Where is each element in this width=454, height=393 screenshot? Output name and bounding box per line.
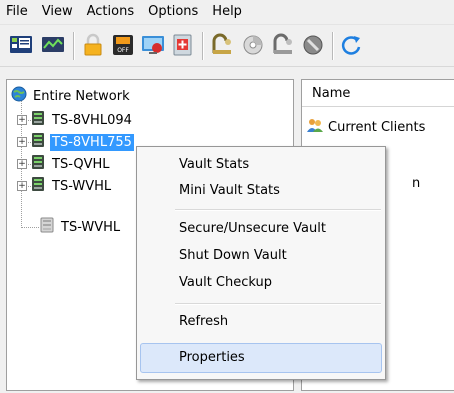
- toolbar: OFF: [0, 25, 454, 67]
- menu-help[interactable]: Help: [205, 0, 249, 24]
- toolbar-separator: [73, 32, 75, 60]
- key-icon[interactable]: [270, 33, 296, 57]
- vault-server-offline-icon: [39, 217, 55, 237]
- tree-node[interactable]: + TS-8VHL094: [17, 110, 134, 130]
- vault-plus-icon[interactable]: [170, 33, 196, 57]
- view-panes-icon[interactable]: [8, 33, 34, 57]
- clients-icon: [306, 117, 324, 137]
- tree-root-label: Entire Network: [33, 88, 130, 104]
- expand-icon[interactable]: +: [17, 181, 27, 191]
- lock-icon[interactable]: [80, 33, 106, 57]
- disc-icon[interactable]: [240, 33, 266, 57]
- refresh-icon[interactable]: [338, 33, 364, 57]
- vault-server-icon: [30, 154, 46, 174]
- context-menu: Vault Stats Mini Vault Stats Secure/Unse…: [136, 146, 386, 380]
- tree-root[interactable]: Entire Network: [11, 86, 132, 106]
- menu-item-properties[interactable]: Properties: [179, 350, 245, 365]
- menu-bar: File View Actions Options Help: [0, 0, 454, 25]
- column-header-name[interactable]: Name: [302, 80, 454, 107]
- license-icon[interactable]: [209, 33, 235, 57]
- tree-node-label: TS-8VHL094: [52, 112, 132, 128]
- tree-node-selected[interactable]: + TS-8VHL755: [17, 132, 134, 152]
- menu-item-vault-stats[interactable]: Vault Stats: [179, 157, 249, 172]
- menu-options[interactable]: Options: [141, 0, 205, 24]
- menu-item-refresh[interactable]: Refresh: [179, 314, 228, 329]
- list-item-label: Current Clients: [328, 119, 426, 135]
- globe-icon: [11, 86, 27, 106]
- tree-node-label: TS-WVHL: [61, 219, 121, 235]
- tree-node[interactable]: + TS-QVHL: [17, 154, 112, 174]
- tree-node[interactable]: + TS-WVHL: [17, 176, 113, 196]
- expand-icon[interactable]: +: [17, 137, 27, 147]
- network-screen-icon[interactable]: [140, 33, 166, 57]
- expand-icon[interactable]: +: [17, 159, 27, 169]
- tree-node-label: TS-WVHL: [52, 178, 112, 194]
- menu-item-vault-checkup[interactable]: Vault Checkup: [179, 275, 272, 290]
- menu-item-highlight: [140, 343, 382, 373]
- menu-item-secure-unsecure-vault[interactable]: Secure/Unsecure Vault: [179, 221, 326, 236]
- menu-separator: [175, 209, 381, 211]
- menu-view[interactable]: View: [35, 0, 80, 24]
- list-item[interactable]: Current Clients: [306, 117, 425, 137]
- expand-icon[interactable]: +: [17, 115, 27, 125]
- tree-connector: [21, 227, 39, 228]
- shield-icon[interactable]: [300, 33, 326, 57]
- menu-item-shut-down-vault[interactable]: Shut Down Vault: [179, 248, 287, 263]
- tree-node-label: TS-QVHL: [52, 156, 110, 172]
- menu-separator: [175, 303, 381, 305]
- list-partial-text: n: [412, 176, 421, 191]
- toolbar-separator: [332, 32, 334, 60]
- tree-node[interactable]: TS-WVHL: [39, 217, 122, 237]
- menu-actions[interactable]: Actions: [80, 0, 142, 24]
- vault-server-icon: [30, 132, 46, 152]
- tree-node-label: TS-8VHL755: [50, 133, 134, 151]
- column-header-label: Name: [312, 86, 351, 101]
- power-off-label: OFF: [117, 47, 129, 54]
- toolbar-separator: [202, 32, 204, 60]
- power-off-icon[interactable]: OFF: [110, 33, 136, 57]
- monitor-chart-icon[interactable]: [40, 33, 66, 57]
- vault-server-icon: [30, 176, 46, 196]
- vault-server-icon: [30, 110, 46, 130]
- menu-item-mini-vault-stats[interactable]: Mini Vault Stats: [179, 183, 280, 198]
- menu-file[interactable]: File: [0, 0, 35, 24]
